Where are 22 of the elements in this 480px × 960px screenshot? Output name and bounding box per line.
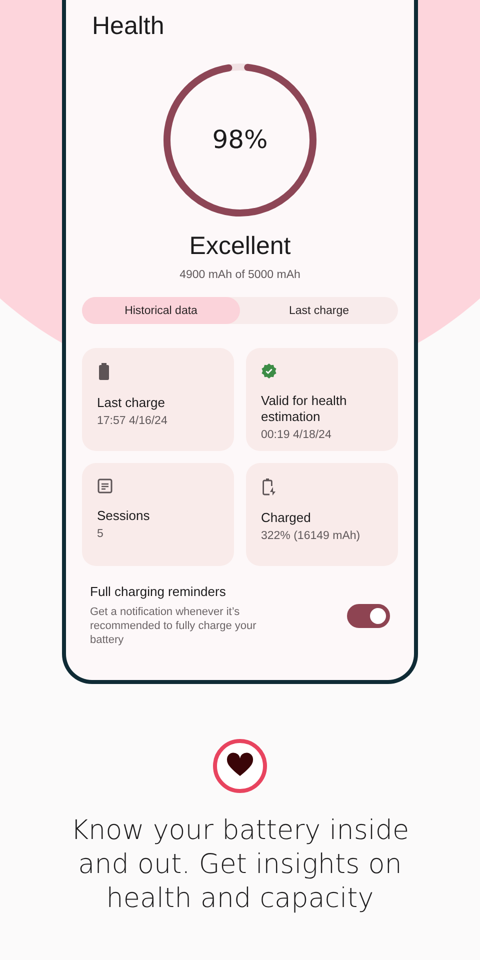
notes-icon [97, 478, 113, 494]
card-value: 5 [97, 528, 104, 540]
card-title: Sessions [97, 508, 151, 524]
tab[interactable]: Historical data [82, 297, 240, 324]
card-value: 00:19 4/18/24 [261, 429, 332, 441]
health-rating: Excellent [189, 232, 291, 261]
tab[interactable]: Last charge [240, 297, 398, 324]
health-percent: 98% [211, 125, 269, 154]
promo-headline: Know your battery inside and out. Get insights on health and capacity [70, 814, 410, 916]
card-title: Valid for health estimation [261, 393, 348, 425]
card-value: 322% (16149 mAh) [261, 530, 362, 542]
card-title: Charged [261, 510, 312, 526]
screen-title: Health [92, 12, 164, 41]
battery-icon [97, 363, 111, 381]
setting-description: Get a notification whenever it’s recommended to fully charge your battery [90, 605, 258, 647]
battery-charging-icon [261, 478, 277, 496]
capacity-text: 4900 mAh of 5000 mAh [180, 269, 300, 281]
setting-title: Full charging reminders [90, 584, 227, 599]
card-value: 17:57 4/16/24 [97, 415, 168, 427]
verified-badge-icon [261, 363, 277, 379]
toggle-switch[interactable] [347, 604, 390, 628]
card-title: Last charge [97, 395, 166, 411]
